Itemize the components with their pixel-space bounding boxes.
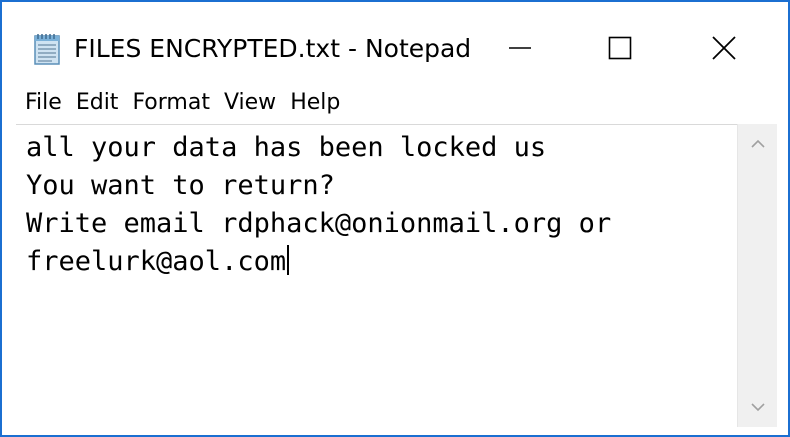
text-line: all your data has been locked us	[26, 132, 547, 163]
menu-edit[interactable]: Edit	[69, 86, 126, 120]
text-line: You want to return?	[26, 170, 335, 201]
menu-help[interactable]: Help	[283, 86, 347, 120]
text-line-content: freelurk@aol.com	[26, 246, 287, 277]
window-edge	[777, 84, 788, 434]
minimize-button[interactable]	[488, 20, 552, 76]
vertical-scrollbar[interactable]	[737, 124, 777, 427]
close-button[interactable]	[692, 20, 756, 76]
maximize-button[interactable]	[588, 20, 652, 76]
scroll-up-button[interactable]	[738, 124, 778, 164]
title-bar[interactable]: FILES ENCRYPTED.txt - Notepad	[2, 2, 788, 84]
minimize-icon	[509, 47, 531, 49]
text-caret	[287, 245, 290, 275]
menu-format[interactable]: Format	[125, 86, 217, 120]
notepad-icon	[32, 32, 62, 66]
close-icon	[712, 36, 736, 60]
text-line: Write email rdphack@onionmail.org or	[26, 208, 612, 239]
chevron-up-icon	[751, 139, 765, 148]
menu-bar: File Edit Format View Help	[2, 84, 788, 122]
menu-view[interactable]: View	[217, 86, 283, 120]
maximize-icon	[608, 36, 632, 60]
text-line-last: freelurk@aol.com	[26, 243, 290, 281]
chevron-down-icon	[751, 403, 765, 412]
scroll-down-button[interactable]	[738, 387, 778, 427]
window-title: FILES ENCRYPTED.txt - Notepad	[74, 34, 472, 63]
menu-file[interactable]: File	[18, 86, 69, 120]
notepad-window: FILES ENCRYPTED.txt - Notepad File Edit …	[0, 0, 790, 437]
text-editor[interactable]: all your data has been locked us You wan…	[16, 124, 737, 427]
